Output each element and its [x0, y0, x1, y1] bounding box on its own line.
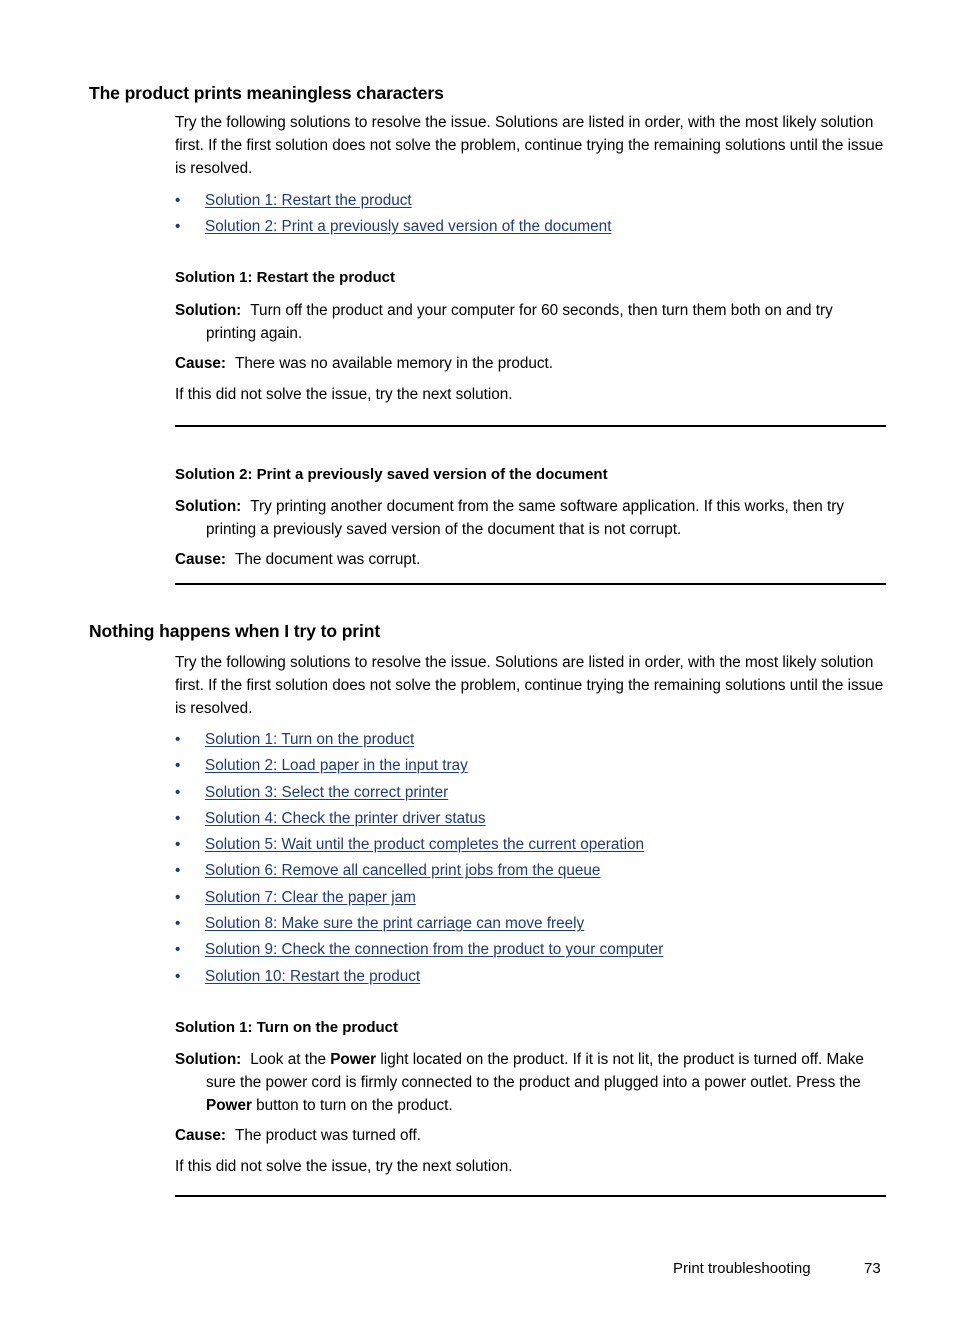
subheading-solution-2-print-saved-version: Solution 2: Print a previously saved ver… — [175, 466, 608, 483]
bullet-icon: • — [175, 967, 181, 985]
solution-1-solution-paragraph: Solution: Turn off the product and your c… — [175, 299, 887, 345]
solution-label: Solution: — [175, 1051, 242, 1068]
link-solution-4[interactable]: Solution 4: Check the printer driver sta… — [205, 806, 486, 832]
list-item[interactable]: • Solution 6: Remove all cancelled print… — [175, 858, 887, 884]
document-page: The product prints meaningless character… — [0, 0, 954, 1321]
solution-label: Solution: — [175, 498, 242, 515]
link-solution-1[interactable]: Solution 1: Turn on the product — [205, 727, 414, 753]
cause-label: Cause: — [175, 551, 227, 568]
section-heading-meaningless-characters: The product prints meaningless character… — [89, 83, 444, 103]
section-one-solution-links: • Solution 1: Restart the product • Solu… — [175, 188, 887, 241]
cause-body: There was no available memory in the pro… — [235, 355, 554, 372]
link-solution-5[interactable]: Solution 5: Wait until the product compl… — [205, 832, 644, 858]
cause-body: The product was turned off. — [235, 1127, 421, 1144]
section-one-intro-paragraph: Try the following solutions to resolve t… — [175, 114, 884, 178]
list-item[interactable]: • Solution 10: Restart the product — [175, 964, 887, 990]
bullet-icon: • — [175, 192, 181, 209]
bullet-icon: • — [175, 757, 181, 775]
solution-body: Turn off the product and your computer f… — [206, 302, 833, 343]
list-item[interactable]: • Solution 2: Load paper in the input tr… — [175, 753, 887, 779]
list-item[interactable]: • Solution 5: Wait until the product com… — [175, 832, 887, 858]
solution-2-solution-paragraph: Solution: Try printing another document f… — [175, 495, 887, 541]
bullet-icon: • — [175, 888, 181, 906]
bullet-icon: • — [175, 915, 181, 933]
list-item[interactable]: • Solution 1: Turn on the product — [175, 727, 887, 753]
footer-chapter-label: Print troubleshooting — [673, 1260, 811, 1277]
section-divider-3 — [175, 1195, 886, 1197]
list-item[interactable]: • Solution 1: Restart the product — [175, 188, 887, 214]
link-solution-1[interactable]: Solution 1: Restart the product — [205, 188, 412, 214]
solution-1-cause-paragraph: Cause: There was no available memory in t… — [175, 352, 887, 375]
cause-label: Cause: — [175, 1127, 227, 1144]
bullet-icon: • — [175, 783, 181, 801]
turn-on-cause-paragraph: Cause: The product was turned off. — [175, 1124, 887, 1147]
power-emphasis-2: Power — [206, 1097, 252, 1115]
link-solution-6[interactable]: Solution 6: Remove all cancelled print j… — [205, 858, 600, 884]
section-divider-1 — [175, 425, 886, 427]
bullet-icon: • — [175, 862, 181, 880]
solution-label: Solution: — [175, 302, 242, 319]
bullet-icon: • — [175, 731, 181, 748]
turn-on-solution-paragraph: Solution: Look at the Power light located… — [175, 1048, 887, 1118]
link-solution-10[interactable]: Solution 10: Restart the product — [205, 964, 420, 990]
list-item[interactable]: • Solution 4: Check the printer driver s… — [175, 806, 887, 832]
solution-2-cause-paragraph: Cause: The document was corrupt. — [175, 548, 887, 571]
list-item[interactable]: • Solution 9: Check the connection from … — [175, 937, 887, 963]
bullet-icon: • — [175, 809, 181, 827]
subheading-solution-1-turn-on-product: Solution 1: Turn on the product — [175, 1019, 399, 1036]
turn-on-next-step-text: If this did not solve the issue, try the… — [175, 1158, 513, 1175]
bullet-icon: • — [175, 218, 181, 236]
list-item[interactable]: • Solution 8: Make sure the print carria… — [175, 911, 887, 937]
solution-body-part1: Look at the — [250, 1051, 331, 1068]
bullet-icon: • — [175, 941, 181, 959]
section-two-solution-links: • Solution 1: Turn on the product • Solu… — [175, 727, 887, 990]
subheading-solution-1-restart-product: Solution 1: Restart the product — [175, 269, 396, 286]
link-solution-7[interactable]: Solution 7: Clear the paper jam — [205, 885, 416, 911]
cause-body: The document was corrupt. — [235, 551, 421, 568]
section-divider-2 — [175, 583, 886, 585]
cause-label: Cause: — [175, 355, 227, 372]
footer-page-number: 73 — [864, 1260, 881, 1277]
link-solution-2[interactable]: Solution 2: Load paper in the input tray — [205, 753, 468, 779]
list-item[interactable]: • Solution 7: Clear the paper jam — [175, 885, 887, 911]
link-solution-8[interactable]: Solution 8: Make sure the print carriage… — [205, 911, 584, 937]
solution-body-part3: button to turn on the product. — [251, 1097, 453, 1115]
link-solution-9[interactable]: Solution 9: Check the connection from th… — [205, 937, 663, 963]
solution-1-next-step-text: If this did not solve the issue, try the… — [175, 386, 513, 403]
list-item[interactable]: • Solution 3: Select the correct printer — [175, 780, 887, 806]
section-heading-nothing-happens: Nothing happens when I try to print — [89, 621, 381, 641]
power-emphasis-1: Power — [330, 1051, 377, 1068]
section-two-intro-paragraph: Try the following solutions to resolve t… — [175, 654, 884, 718]
link-solution-3[interactable]: Solution 3: Select the correct printer — [205, 780, 448, 806]
link-solution-2[interactable]: Solution 2: Print a previously saved ver… — [205, 214, 611, 240]
solution-body: Try printing another document from the s… — [206, 498, 845, 539]
list-item[interactable]: • Solution 2: Print a previously saved v… — [175, 214, 887, 240]
bullet-icon: • — [175, 836, 181, 854]
